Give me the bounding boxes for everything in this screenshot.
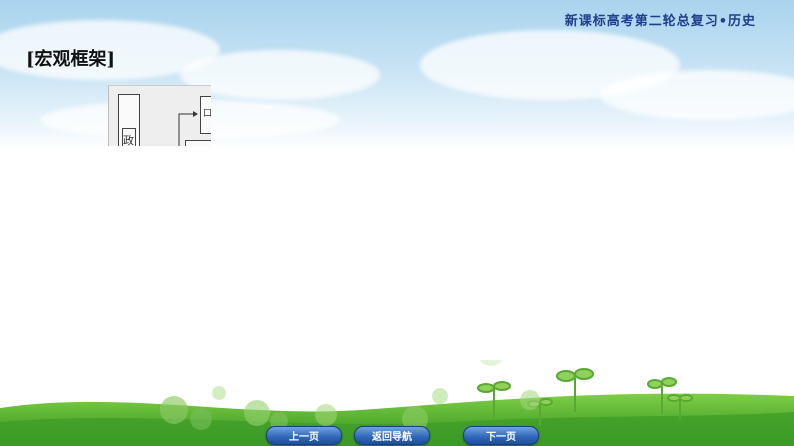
back-to-nav-button[interactable]: 返回导航 [354,426,430,445]
diagram-bottom-box [185,140,211,146]
diagram-arrow [178,111,198,146]
next-page-button[interactable]: 下一页 [463,426,539,445]
course-header-title: 新课标高考第二轮总复习•历史 [564,14,756,29]
section-title: [宏观框架] [26,49,116,70]
framework-diagram: 政 口 [108,85,211,146]
diagram-right-glyph: 口 [203,106,211,119]
prev-page-button[interactable]: 上一页 [266,426,342,445]
